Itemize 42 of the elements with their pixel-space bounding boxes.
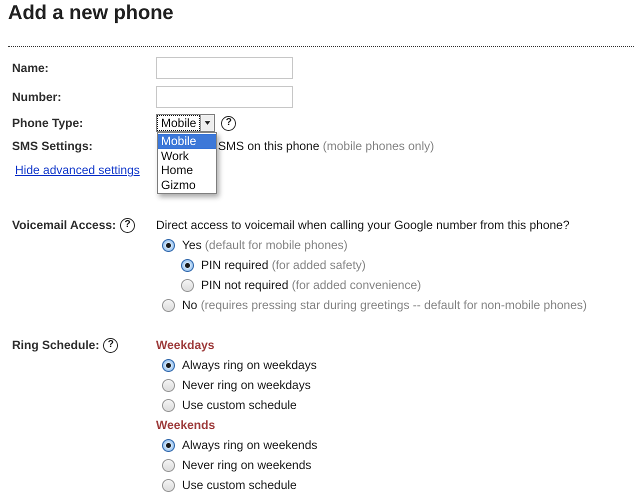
option-label: Always ring on weekdays [182, 357, 317, 374]
radio-button[interactable] [162, 398, 175, 412]
field-label: Number: [12, 89, 62, 106]
text-field[interactable] [156, 57, 293, 79]
help-icon[interactable]: ? [103, 338, 118, 352]
radio-button[interactable] [181, 258, 194, 272]
radio-button[interactable] [162, 458, 175, 472]
radio-button[interactable] [162, 478, 175, 492]
radio-button[interactable] [181, 278, 194, 292]
option-label: No (requires pressing star during greetings -- default for non-mobile phones) [182, 297, 587, 314]
option-label: Always ring on weekends [182, 437, 318, 454]
field-label: Phone Type: [12, 115, 84, 132]
field-label: Name: [12, 60, 49, 77]
phone-type-select[interactable]: Mobile [156, 114, 216, 132]
option-label: Use custom schedule [182, 477, 297, 494]
field-label: SMS Settings: [12, 138, 93, 155]
help-icon[interactable]: ? [120, 218, 136, 232]
radio-button[interactable] [162, 378, 175, 392]
field-label: Voicemail Access: [12, 217, 116, 234]
text-field[interactable] [156, 86, 293, 108]
option-label: PIN required (for added safety) [201, 257, 366, 274]
schedule-heading: Weekends [156, 417, 216, 434]
option-label: Never ring on weekends [182, 457, 312, 474]
dropdown-option[interactable]: Mobile [158, 134, 216, 148]
radio-button[interactable] [162, 298, 175, 312]
option-label: PIN not required (for added convenience) [201, 277, 422, 294]
dropdown-option[interactable]: Work [158, 148, 216, 163]
field-label: Ring Schedule: [12, 337, 100, 354]
voicemail-question: Direct access to voicemail when calling your Google number from this phone? [156, 217, 571, 234]
hide-advanced-link[interactable]: Hide advanced settings [15, 161, 140, 179]
option-label: Never ring on weekdays [182, 377, 311, 394]
sms-description: SMS on this phone (mobile phones only) [218, 138, 434, 155]
dropdown-option[interactable]: Home [158, 163, 216, 178]
option-label: Yes (default for mobile phones) [182, 237, 348, 254]
radio-button[interactable] [162, 238, 175, 252]
help-icon[interactable]: ? [221, 116, 236, 130]
option-label: Use custom schedule [182, 397, 297, 414]
radio-button[interactable] [162, 358, 175, 372]
schedule-heading: Weekdays [156, 337, 216, 354]
dropdown-option[interactable]: Gizmo [158, 178, 216, 192]
page-title: Add a new phone [7, 1, 175, 26]
radio-button[interactable] [162, 438, 175, 452]
